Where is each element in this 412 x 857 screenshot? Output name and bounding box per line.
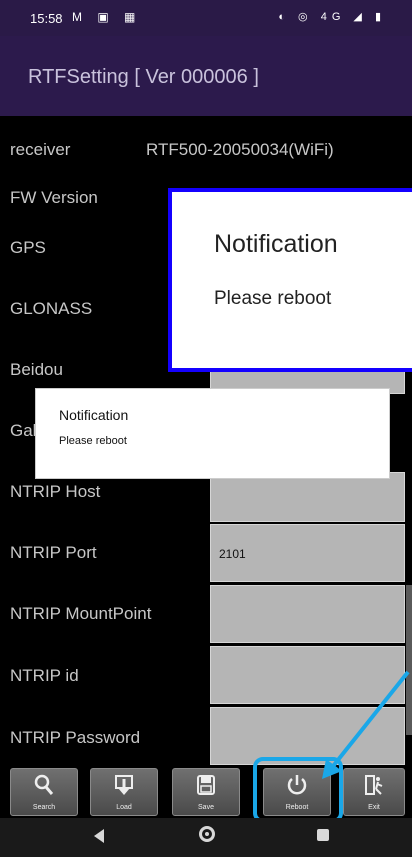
ntrip-port-value: 2101 [219,547,246,561]
row-label: GPS [10,238,46,257]
receiver-value: RTF500-20050034(WiFi) [146,140,334,159]
row-label: Beidou [10,360,63,379]
back-icon[interactable] [94,829,104,843]
notification-zoom-callout: Notification Please reboot [168,188,412,372]
load-button[interactable]: Load [90,768,158,816]
dialog-message: Please reboot [59,435,127,447]
row-label: NTRIP Host [10,482,101,501]
row-label: GLONASS [10,299,93,318]
search-button[interactable]: Search [10,768,78,816]
app-title: RTFSetting [ Ver 000006 ] [28,66,259,88]
notification-icons: M ▣ ▦ [72,10,142,24]
status-bar: 15:58 M ▣ ▦ ◐ ◎ 4G ◢ ▮ [0,0,412,36]
floppy-icon [173,774,239,802]
search-icon [11,774,77,802]
save-button[interactable]: Save [172,768,240,816]
system-status-icons: ◐ ◎ 4G ◢ ▮ [278,11,386,23]
home-icon[interactable] [199,826,215,842]
row-label: FW Version [10,188,98,207]
zoom-dialog-title: Notification [214,230,338,258]
row-label: NTRIP Port [10,543,97,562]
row-label: NTRIP Password [10,728,141,747]
dialog-title: Notification [59,407,129,423]
exit-button[interactable]: Exit [343,768,405,816]
scrollbar[interactable] [406,585,412,735]
row-label: receiver [10,140,71,159]
row-label: NTRIP MountPoint [10,604,152,623]
zoom-dialog-message: Please reboot [214,288,332,309]
download-icon [91,774,157,802]
search-label: Search [32,804,56,811]
system-navigation-bar [0,818,412,857]
notification-dialog[interactable]: Notification Please reboot [35,388,390,479]
app-bar: RTFSetting [ Ver 000006 ] [0,36,412,116]
load-label: Load [116,804,132,811]
ntrip-mountpoint-field[interactable] [210,585,405,643]
row-label: NTRIP id [10,666,79,685]
ntrip-port-field[interactable]: 2101 [210,524,405,582]
ntrip-host-field[interactable] [210,472,405,522]
row-label: Gal [10,421,37,440]
save-label: Save [198,804,214,811]
recent-apps-icon[interactable] [317,829,329,841]
exit-icon [344,774,404,802]
ntrip-id-field[interactable] [210,646,405,704]
reboot-highlight-box [253,757,343,823]
exit-label: Exit [368,804,380,811]
status-time: 15:58 [30,11,63,26]
